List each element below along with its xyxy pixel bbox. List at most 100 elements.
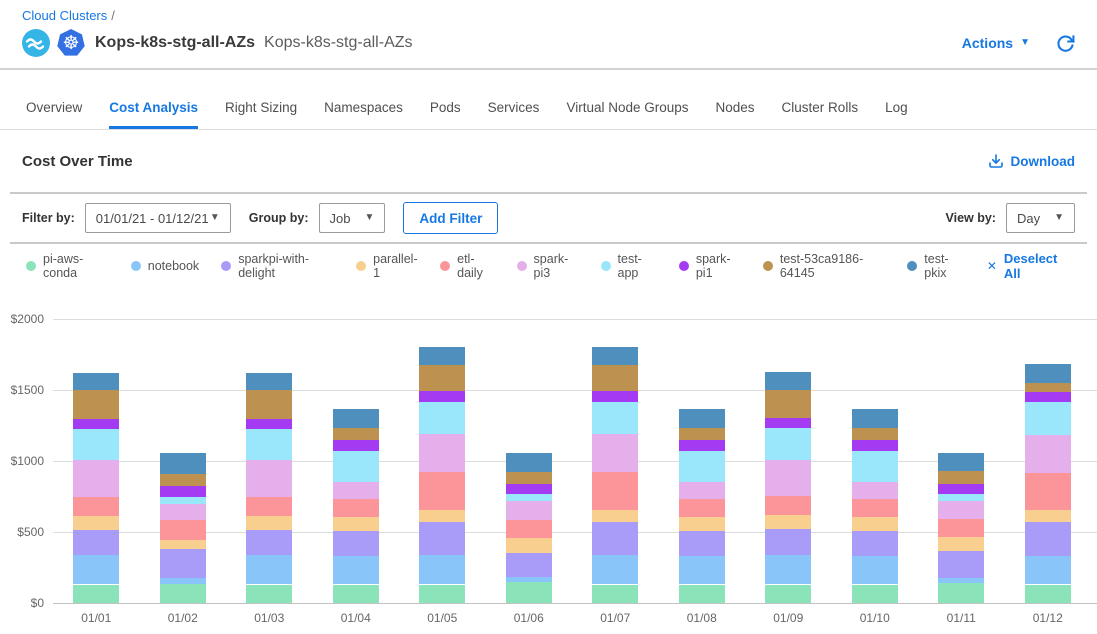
bar-01-07-pi-aws-conda[interactable] xyxy=(592,585,638,604)
tab-services[interactable]: Services xyxy=(488,100,540,129)
bar-01-12-test-app[interactable] xyxy=(1025,402,1071,435)
bar-01-05-parallel-1[interactable] xyxy=(419,510,465,522)
bar-01-05-test-pkix[interactable] xyxy=(419,347,465,366)
bar-01-12-sparkpi-with-delight[interactable] xyxy=(1025,522,1071,556)
bar-01-05-spark-pi3[interactable] xyxy=(419,434,465,472)
bar-01-10-spark-pi3[interactable] xyxy=(852,482,898,499)
bar-01-05-test-app[interactable] xyxy=(419,402,465,434)
refresh-icon[interactable] xyxy=(1056,34,1075,53)
bar-01-11-etl-daily[interactable] xyxy=(938,519,984,538)
bar-01-02-spark-pi3[interactable] xyxy=(160,504,206,520)
bar-01-07-parallel-1[interactable] xyxy=(592,510,638,522)
bar-01-01-etl-daily[interactable] xyxy=(73,497,119,516)
bar-01-06-test-app[interactable] xyxy=(506,494,552,500)
bar-01-06-notebook[interactable] xyxy=(506,577,552,583)
actions-button[interactable]: Actions ▼ xyxy=(962,35,1030,51)
bar-01-03-spark-pi3[interactable] xyxy=(246,460,292,498)
bar-01-08-spark-pi1[interactable] xyxy=(679,440,725,451)
bar-01-02-etl-daily[interactable] xyxy=(160,520,206,540)
bar-01-10-spark-pi1[interactable] xyxy=(852,440,898,451)
bar-01-03-test-53ca9186-64145[interactable] xyxy=(246,390,292,419)
bar-01-09-sparkpi-with-delight[interactable] xyxy=(765,529,811,555)
bar-01-02-sparkpi-with-delight[interactable] xyxy=(160,549,206,578)
bar-01-01-test-53ca9186-64145[interactable] xyxy=(73,390,119,419)
bar-01-03-spark-pi1[interactable] xyxy=(246,419,292,429)
bar-01-10-test-53ca9186-64145[interactable] xyxy=(852,428,898,440)
bar-01-12-spark-pi3[interactable] xyxy=(1025,435,1071,473)
bar-01-08-parallel-1[interactable] xyxy=(679,517,725,531)
tab-virtual-node-groups[interactable]: Virtual Node Groups xyxy=(566,100,688,129)
bar-01-09-test-pkix[interactable] xyxy=(765,372,811,390)
legend-item-etl-daily[interactable]: etl-daily xyxy=(440,252,494,280)
bar-01-05-test-53ca9186-64145[interactable] xyxy=(419,365,465,391)
bar-01-04-sparkpi-with-delight[interactable] xyxy=(333,531,379,557)
bar-01-06-pi-aws-conda[interactable] xyxy=(506,582,552,603)
bar-01-02-parallel-1[interactable] xyxy=(160,540,206,549)
legend-item-spark-pi1[interactable]: spark-pi1 xyxy=(679,252,741,280)
bar-01-09-pi-aws-conda[interactable] xyxy=(765,585,811,604)
bar-01-02-pi-aws-conda[interactable] xyxy=(160,584,206,603)
bar-01-11-parallel-1[interactable] xyxy=(938,537,984,551)
date-range-dropdown[interactable]: 01/01/21 - 01/12/21 ▼ xyxy=(85,203,231,233)
bar-01-05-notebook[interactable] xyxy=(419,555,465,584)
bar-01-04-test-app[interactable] xyxy=(333,451,379,482)
bar-01-12-etl-daily[interactable] xyxy=(1025,473,1071,510)
bar-01-06-spark-pi1[interactable] xyxy=(506,484,552,494)
legend-item-test-53ca9186-64145[interactable]: test-53ca9186-64145 xyxy=(763,252,885,280)
group-by-dropdown[interactable]: Job ▼ xyxy=(319,203,386,233)
bar-01-04-etl-daily[interactable] xyxy=(333,499,379,518)
bar-01-07-test-app[interactable] xyxy=(592,402,638,434)
bar-01-06-test-53ca9186-64145[interactable] xyxy=(506,472,552,485)
bar-01-06-spark-pi3[interactable] xyxy=(506,501,552,520)
bar-01-05-pi-aws-conda[interactable] xyxy=(419,585,465,604)
bar-01-08-sparkpi-with-delight[interactable] xyxy=(679,531,725,557)
bar-01-10-etl-daily[interactable] xyxy=(852,499,898,518)
bar-01-10-test-pkix[interactable] xyxy=(852,409,898,428)
add-filter-button[interactable]: Add Filter xyxy=(403,202,498,234)
bar-01-02-test-pkix[interactable] xyxy=(160,453,206,474)
bar-01-03-pi-aws-conda[interactable] xyxy=(246,585,292,604)
bar-01-08-test-pkix[interactable] xyxy=(679,409,725,428)
bar-01-05-etl-daily[interactable] xyxy=(419,472,465,510)
bar-01-12-test-pkix[interactable] xyxy=(1025,364,1071,383)
legend-item-spark-pi3[interactable]: spark-pi3 xyxy=(517,252,579,280)
bar-01-05-sparkpi-with-delight[interactable] xyxy=(419,522,465,555)
bar-01-09-test-53ca9186-64145[interactable] xyxy=(765,390,811,418)
bar-01-10-parallel-1[interactable] xyxy=(852,517,898,531)
bar-01-01-test-app[interactable] xyxy=(73,429,119,460)
bar-01-11-notebook[interactable] xyxy=(938,577,984,583)
legend-item-test-pkix[interactable]: test-pkix xyxy=(907,252,965,280)
bar-01-07-test-pkix[interactable] xyxy=(592,347,638,366)
bar-01-02-spark-pi1[interactable] xyxy=(160,486,206,497)
bar-01-09-test-app[interactable] xyxy=(765,428,811,461)
bar-01-01-sparkpi-with-delight[interactable] xyxy=(73,530,119,556)
bar-01-12-notebook[interactable] xyxy=(1025,556,1071,584)
legend-item-sparkpi-with-delight[interactable]: sparkpi-with-delight xyxy=(221,252,334,280)
download-button[interactable]: Download xyxy=(988,153,1076,169)
bar-01-02-test-app[interactable] xyxy=(160,497,206,503)
tab-nodes[interactable]: Nodes xyxy=(716,100,755,129)
bar-01-12-test-53ca9186-64145[interactable] xyxy=(1025,383,1071,392)
bar-01-11-spark-pi3[interactable] xyxy=(938,501,984,519)
bar-01-01-spark-pi3[interactable] xyxy=(73,460,119,498)
bar-01-01-parallel-1[interactable] xyxy=(73,516,119,530)
tab-overview[interactable]: Overview xyxy=(26,100,82,129)
bar-01-09-parallel-1[interactable] xyxy=(765,515,811,529)
bar-01-06-parallel-1[interactable] xyxy=(506,538,552,552)
bar-01-07-test-53ca9186-64145[interactable] xyxy=(592,365,638,391)
legend-item-notebook[interactable]: notebook xyxy=(131,259,199,273)
bar-01-05-spark-pi1[interactable] xyxy=(419,391,465,402)
bar-01-08-etl-daily[interactable] xyxy=(679,499,725,518)
bar-01-03-test-pkix[interactable] xyxy=(246,373,292,390)
bar-01-07-etl-daily[interactable] xyxy=(592,472,638,510)
bar-01-11-test-53ca9186-64145[interactable] xyxy=(938,471,984,484)
bar-01-03-sparkpi-with-delight[interactable] xyxy=(246,530,292,556)
bar-01-12-parallel-1[interactable] xyxy=(1025,510,1071,522)
bar-01-11-sparkpi-with-delight[interactable] xyxy=(938,551,984,578)
bar-01-07-spark-pi1[interactable] xyxy=(592,391,638,402)
bar-01-10-pi-aws-conda[interactable] xyxy=(852,585,898,604)
bar-01-08-test-53ca9186-64145[interactable] xyxy=(679,428,725,440)
bar-01-02-notebook[interactable] xyxy=(160,578,206,584)
bar-01-09-spark-pi3[interactable] xyxy=(765,460,811,496)
bar-01-10-sparkpi-with-delight[interactable] xyxy=(852,531,898,557)
